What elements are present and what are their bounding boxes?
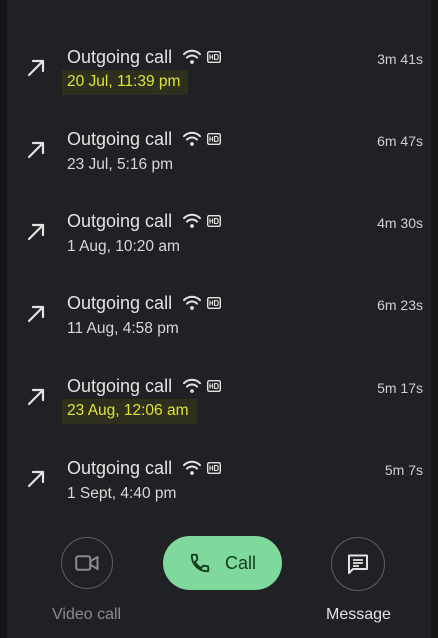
call-entry[interactable]: Outgoing call 1 Aug, 10:20 am 4m 30s (7, 202, 431, 284)
call-type-label: Outgoing call (67, 293, 173, 313)
hd-icon (207, 215, 221, 227)
wifi-icon (183, 460, 201, 475)
message-icon (348, 554, 368, 574)
call-date-time: 11 Aug, 4:58 pm (67, 320, 179, 337)
hd-icon (207, 380, 221, 392)
call-date-time: 1 Sept, 4:40 pm (67, 485, 177, 502)
call-duration: 5m 17s (377, 380, 423, 396)
wifi-icon (183, 131, 201, 146)
outgoing-arrow-icon (27, 388, 45, 406)
call-entry[interactable]: Outgoing call 23 Jul, 5:16 pm 6m 47s (7, 120, 431, 202)
wifi-icon (183, 49, 201, 64)
call-type-label: Outgoing call (67, 211, 173, 231)
call-date-time: 1 Aug, 10:20 am (67, 238, 180, 255)
video-call-label[interactable]: Video call (52, 606, 121, 624)
call-duration: 6m 47s (377, 133, 423, 149)
call-entry[interactable]: Outgoing call 1 Sept, 4:40 pm 5m 7s (7, 449, 431, 531)
call-history-screen: Outgoing call 20 Jul, 11:39 pm 3m 41s Ou… (0, 0, 438, 638)
outgoing-arrow-icon (27, 305, 45, 323)
call-date-time: 20 Jul, 11:39 pm (62, 70, 189, 95)
hd-icon (207, 133, 221, 145)
call-entry[interactable]: Outgoing call 23 Aug, 12:06 am 5m 17s (7, 367, 431, 449)
outgoing-arrow-icon (27, 470, 45, 488)
call-type-label: Outgoing call (67, 129, 173, 149)
video-call-button[interactable] (61, 537, 113, 589)
outgoing-arrow-icon (27, 223, 45, 241)
call-type-label: Outgoing call (67, 47, 173, 67)
hd-icon (207, 51, 221, 63)
call-duration: 4m 30s (377, 215, 423, 231)
wifi-icon (183, 213, 201, 228)
phone-icon (190, 553, 210, 573)
message-label[interactable]: Message (326, 606, 391, 624)
call-entry[interactable]: Outgoing call 20 Jul, 11:39 pm 3m 41s (7, 38, 431, 120)
call-duration: 6m 23s (377, 297, 423, 313)
call-type-label: Outgoing call (67, 458, 173, 478)
hd-icon (207, 297, 221, 309)
hd-icon (207, 462, 221, 474)
outgoing-arrow-icon (27, 141, 45, 159)
outgoing-arrow-icon (27, 59, 45, 77)
call-button[interactable]: Call (163, 536, 282, 590)
wifi-icon (183, 295, 201, 310)
action-bar: Video call Call Message (0, 530, 438, 638)
call-date-time: 23 Jul, 5:16 pm (67, 156, 173, 173)
call-date-time: 23 Aug, 12:06 am (62, 399, 197, 424)
call-duration: 3m 41s (377, 51, 423, 67)
message-button[interactable] (331, 537, 385, 591)
call-type-label: Outgoing call (67, 376, 173, 396)
videocam-icon (75, 555, 99, 571)
call-button-label: Call (224, 552, 256, 573)
call-entry[interactable]: Outgoing call 11 Aug, 4:58 pm 6m 23s (7, 284, 431, 366)
call-duration: 5m 7s (384, 462, 423, 478)
wifi-icon (183, 378, 201, 393)
